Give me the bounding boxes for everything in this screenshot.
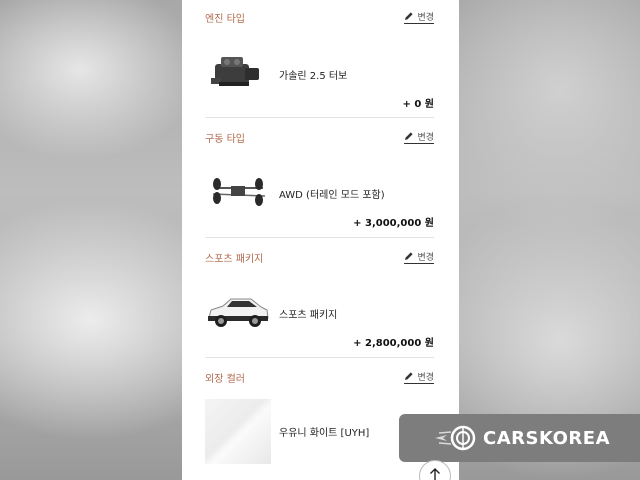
section-title: 스포츠 패키지	[205, 254, 264, 265]
change-label: 변경	[417, 12, 434, 23]
section-header: 스포츠 패키지 변경	[205, 240, 434, 265]
pencil-icon	[405, 132, 414, 140]
section-header: 구동 타입 변경	[205, 120, 434, 145]
change-label: 변경	[417, 252, 434, 263]
item-name: AWD (터레인 모드 포함)	[279, 190, 385, 201]
item-name: 스포츠 패키지	[279, 310, 338, 321]
divider	[205, 237, 434, 238]
options-summary-panel: 엔진 타입 변경 가솔린 2.5 터보 + 0 원 구동 타입 변경 AWD (…	[182, 0, 459, 480]
carskorea-logo-icon	[435, 425, 476, 451]
item-price: + 0 원	[402, 99, 435, 110]
change-sports-button[interactable]: 변경	[404, 250, 434, 264]
brand-watermark: CARSKOREA	[399, 414, 640, 462]
color-swatch	[205, 399, 271, 464]
item-name: 우유니 화이트 [UYH]	[279, 428, 370, 439]
section-drive-type: 구동 타입 변경 AWD (터레인 모드 포함) + 3,000,000 원	[205, 120, 434, 238]
brand-name: CARSKOREA	[483, 427, 610, 449]
change-drive-button[interactable]: 변경	[404, 130, 434, 144]
divider	[205, 357, 434, 358]
section-title: 구동 타입	[205, 134, 245, 145]
change-color-button[interactable]: 변경	[404, 370, 434, 384]
suv-car-icon	[208, 298, 269, 327]
section-sports-package: 스포츠 패키지 변경 스포츠 패키지 + 2,800,000 원	[205, 240, 434, 358]
item-price: + 3,000,000 원	[353, 218, 434, 229]
item-name: 가솔린 2.5 터보	[279, 71, 348, 82]
divider	[205, 117, 434, 118]
drivetrain-icon	[212, 178, 266, 206]
pencil-icon	[405, 252, 414, 260]
section-header: 외장 컬러 변경	[205, 360, 434, 385]
section-header: 엔진 타입 변경	[205, 0, 434, 25]
pencil-icon	[405, 12, 414, 20]
change-engine-button[interactable]: 변경	[404, 10, 434, 24]
change-label: 변경	[417, 372, 434, 383]
change-label: 변경	[417, 132, 434, 143]
pencil-icon	[405, 372, 414, 380]
section-engine-type: 엔진 타입 변경 가솔린 2.5 터보 + 0 원	[205, 0, 434, 118]
engine-icon	[211, 57, 259, 86]
arrow-up-icon	[430, 468, 440, 480]
section-title: 외장 컬러	[205, 374, 245, 385]
section-title: 엔진 타입	[205, 14, 245, 25]
item-price: + 2,800,000 원	[353, 338, 434, 349]
